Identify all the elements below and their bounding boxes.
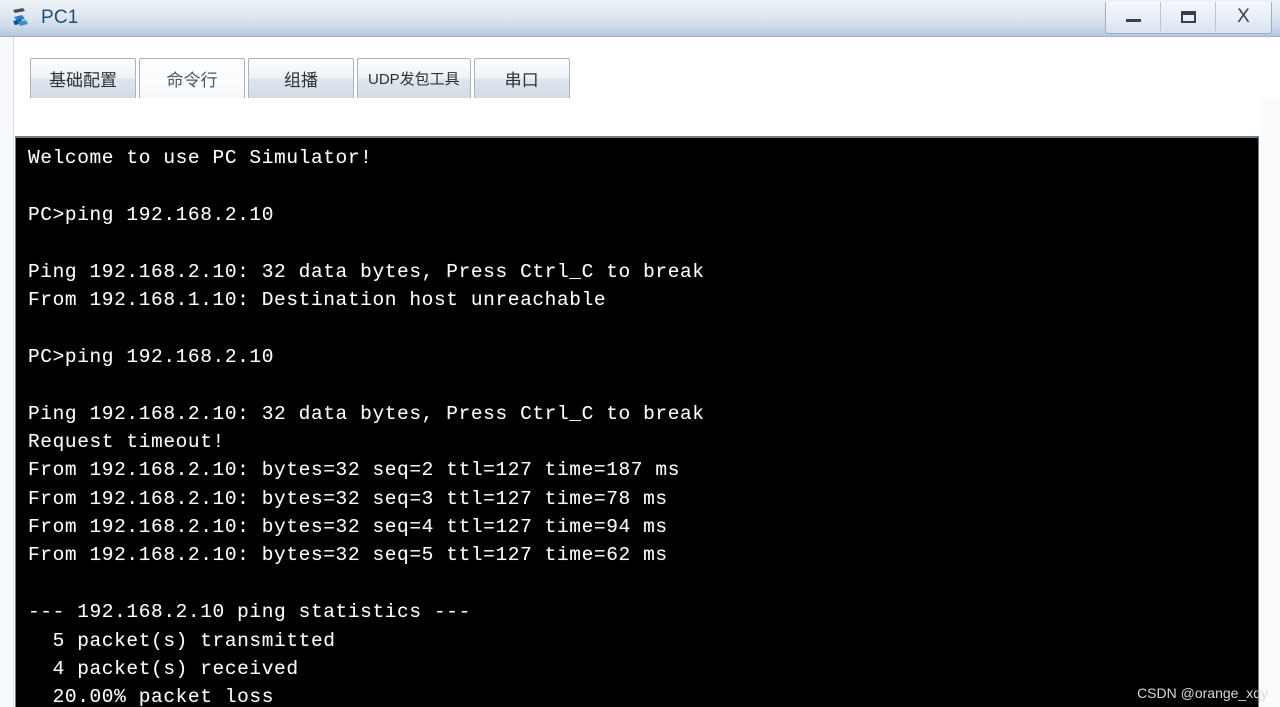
terminal-line: PC>ping 192.168.2.10 bbox=[28, 345, 275, 368]
minimize-icon bbox=[1125, 19, 1141, 22]
title-bar-left: PC1 bbox=[0, 6, 79, 30]
terminal-line: 20.00% packet loss bbox=[28, 686, 275, 707]
terminal-line: 4 packet(s) received bbox=[28, 658, 299, 681]
close-button[interactable]: X bbox=[1216, 2, 1271, 31]
terminal-line: From 192.168.2.10: bytes=32 seq=2 ttl=12… bbox=[28, 459, 681, 482]
pc1-window: PC1 X 基础配置 命令行 组播 UDP发包工具 串口 Welcome to … bbox=[0, 0, 1280, 707]
terminal-line: From 192.168.2.10: bytes=32 seq=3 ttl=12… bbox=[28, 487, 668, 510]
terminal-line: From 192.168.2.10: bytes=32 seq=4 ttl=12… bbox=[28, 516, 668, 539]
tab-label: 串口 bbox=[504, 71, 539, 90]
left-gutter bbox=[0, 37, 14, 707]
terminal-line: --- 192.168.2.10 ping statistics --- bbox=[28, 601, 471, 624]
terminal-console[interactable]: Welcome to use PC Simulator! PC>ping 192… bbox=[15, 136, 1259, 707]
tab-label: UDP发包工具 bbox=[368, 71, 460, 88]
terminal-line: Ping 192.168.2.10: 32 data bytes, Press … bbox=[28, 260, 705, 283]
maximize-button[interactable] bbox=[1161, 2, 1216, 31]
terminal-line: 5 packet(s) transmitted bbox=[28, 629, 336, 652]
terminal-output: Welcome to use PC Simulator! PC>ping 192… bbox=[28, 144, 1258, 707]
tab-label: 基础配置 bbox=[49, 71, 117, 90]
terminal-line: Request timeout! bbox=[28, 430, 225, 453]
window-controls: X bbox=[1105, 2, 1272, 34]
terminal-line: Welcome to use PC Simulator! bbox=[28, 147, 373, 169]
terminal-line: PC>ping 192.168.2.10 bbox=[28, 203, 275, 226]
pc-device-icon bbox=[10, 6, 34, 30]
content-area: 基础配置 命令行 组播 UDP发包工具 串口 Welcome to use PC… bbox=[0, 37, 1280, 707]
tab-label: 组播 bbox=[284, 71, 318, 90]
terminal-line: Ping 192.168.2.10: 32 data bytes, Press … bbox=[28, 402, 705, 425]
minimize-button[interactable] bbox=[1106, 2, 1161, 31]
tab-serial-port[interactable]: 串口 bbox=[473, 58, 570, 98]
tab-basic-config[interactable]: 基础配置 bbox=[30, 58, 136, 98]
tab-multicast[interactable]: 组播 bbox=[248, 58, 354, 98]
terminal-panel: Welcome to use PC Simulator! PC>ping 192… bbox=[14, 98, 1260, 707]
close-icon: X bbox=[1237, 6, 1250, 27]
tab-udp-tool[interactable]: UDP发包工具 bbox=[357, 58, 471, 98]
terminal-line: From 192.168.1.10: Destination host unre… bbox=[28, 288, 607, 311]
tab-strip: 基础配置 命令行 组播 UDP发包工具 串口 bbox=[14, 37, 1280, 98]
terminal-line: From 192.168.2.10: bytes=32 seq=5 ttl=12… bbox=[28, 544, 668, 567]
window-title: PC1 bbox=[41, 7, 79, 28]
tab-label: 命令行 bbox=[166, 71, 218, 90]
title-bar[interactable]: PC1 X bbox=[0, 0, 1280, 37]
tab-command-line[interactable]: 命令行 bbox=[139, 58, 245, 98]
maximize-icon bbox=[1180, 10, 1196, 23]
right-gutter bbox=[1260, 98, 1280, 707]
